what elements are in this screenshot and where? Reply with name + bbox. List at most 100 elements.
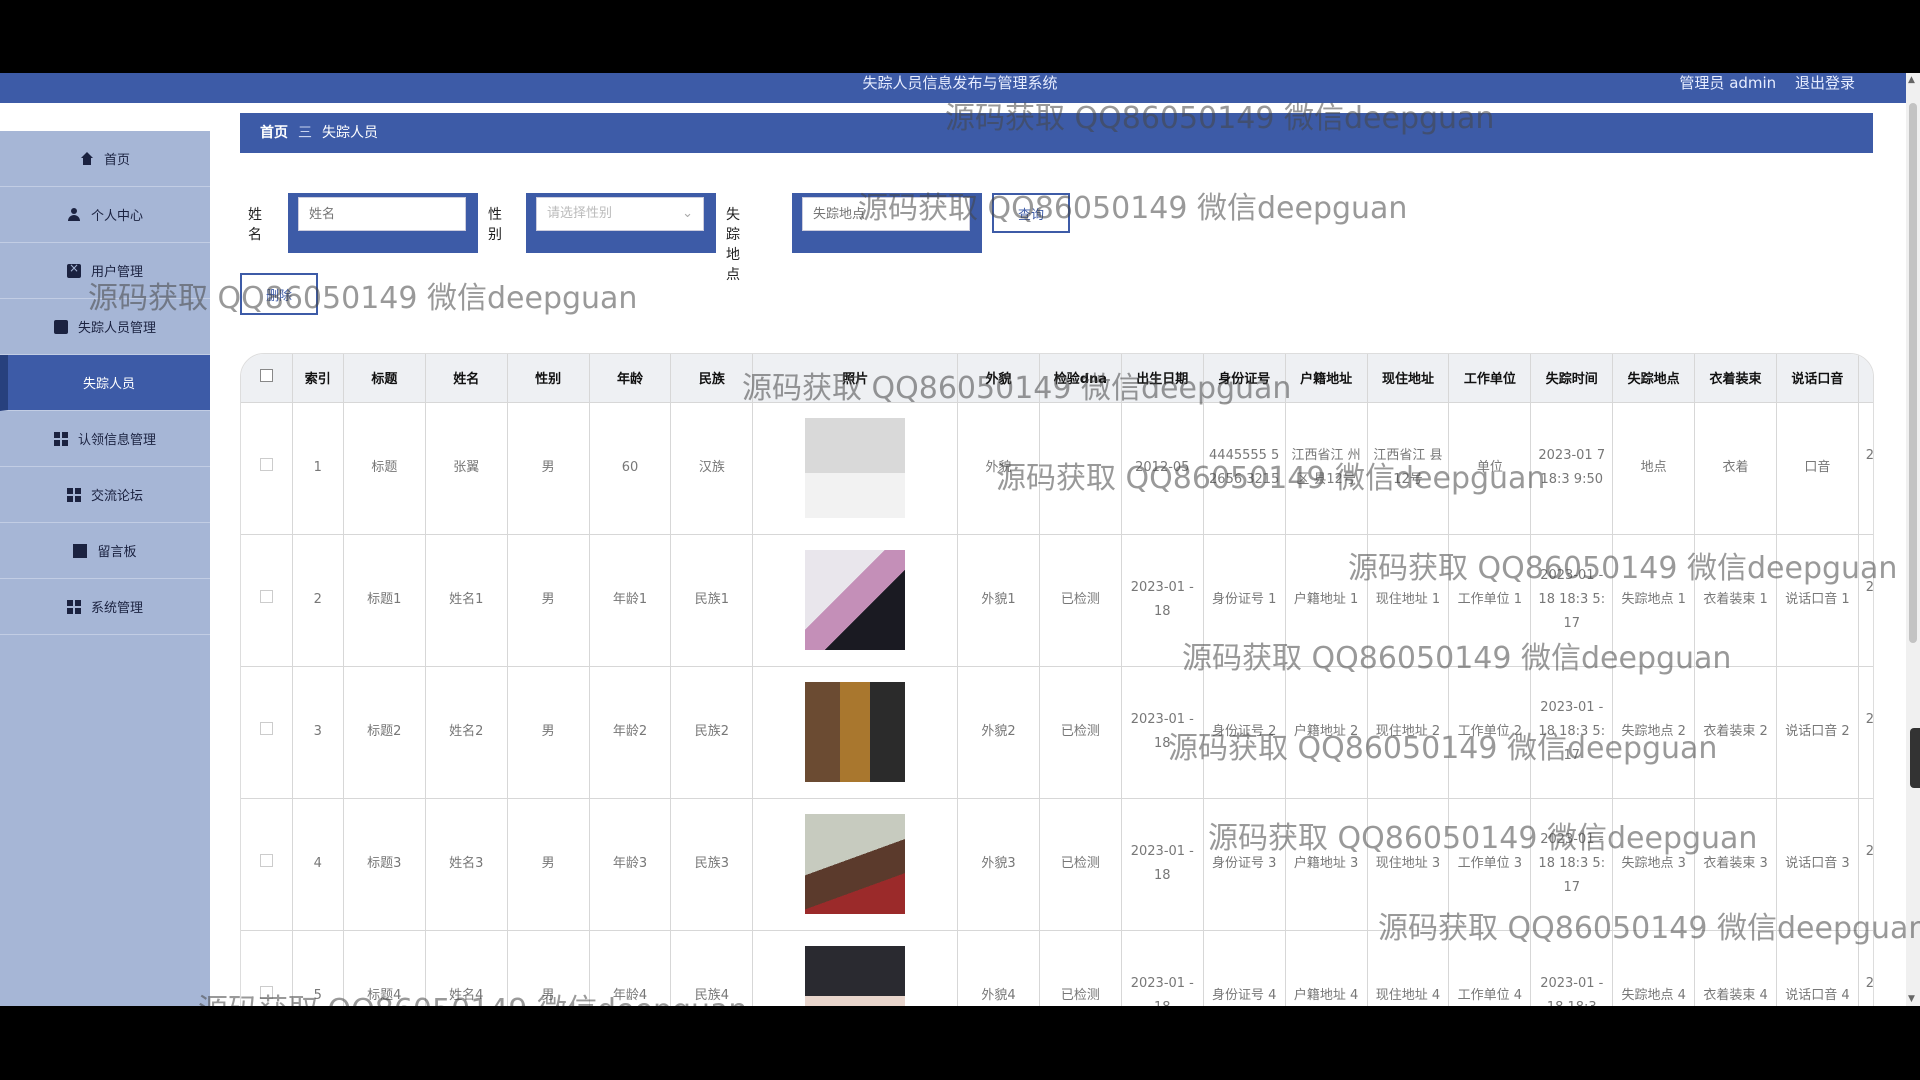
table-cell: 现住地址 2 (1367, 666, 1450, 799)
table-cell: 2023-01 -18 (1121, 666, 1204, 799)
person-photo[interactable] (805, 682, 906, 782)
select-all-checkbox[interactable] (259, 369, 273, 383)
scroll-down-icon[interactable]: ▼ (1908, 994, 1915, 1004)
table-cell: 单位 (1448, 402, 1532, 535)
row-select-cell[interactable] (241, 534, 293, 667)
table-cell: 现住地址 3 (1367, 798, 1450, 931)
sidebar-item-forum[interactable]: 交流论坛 (0, 467, 210, 523)
table-cell: 60 (589, 402, 672, 535)
table-cell: 户籍地址 3 (1285, 798, 1368, 931)
column-header: 出生日期 (1121, 354, 1204, 403)
sidebar-item-home[interactable]: 首页 (0, 131, 210, 187)
table-cell: 说话口音 4 (1776, 930, 1859, 1006)
table-cell: 2012-05 (1121, 402, 1204, 535)
column-header: 失踪时间 (1530, 354, 1614, 403)
table-cell: 现住地址 4 (1367, 930, 1450, 1006)
location-label: 失踪地点 (726, 207, 740, 283)
table-cell: 男 (507, 402, 590, 535)
table-cell: 工作单位 1 (1448, 534, 1532, 667)
table-cell: 工作单位 2 (1448, 666, 1532, 799)
table-row[interactable]: 3 标题2 姓名2 男年龄2 民族2 外貌2 已检测 2023-01 -18 身份证号 2 户籍地… (241, 666, 1873, 799)
row-checkbox[interactable] (259, 458, 273, 471)
gender-field-box: 请选择性别 ⌄ (526, 193, 716, 253)
table-row[interactable]: 4 标题3 姓名3 男年龄3 民族3 外貌3 已检测 2023-01 -18 身份证号 3 户籍地… (241, 798, 1873, 931)
clipboard-icon (66, 261, 81, 278)
table-cell: 失踪地点 2 (1612, 666, 1696, 799)
person-photo[interactable] (805, 550, 906, 650)
person-photo[interactable] (805, 418, 906, 518)
sidebar-item-messages[interactable]: 留言板 (0, 523, 210, 579)
name-input[interactable] (298, 197, 466, 231)
sidebar-item-label: 交流论坛 (90, 489, 143, 504)
column-header: 衣着装束 (1694, 354, 1777, 403)
sidebar-item-users[interactable]: 用户管理 (0, 243, 210, 299)
location-input[interactable] (802, 197, 970, 231)
sidebar-item-profile[interactable]: 个人中心 (0, 187, 210, 243)
sidebar-item-missing-admin[interactable]: 失踪人员管理 (0, 299, 210, 355)
grid-icon (53, 431, 68, 446)
column-header: 性别 (507, 354, 590, 403)
table-cell: 姓名3 (425, 798, 508, 931)
table-row[interactable]: 5标题4姓名4男年龄4民族4 外貌4已检测2023-01 -18身份证号 4户籍地… (241, 930, 1873, 1006)
table-cell: 江西省江 县12号 (1367, 402, 1450, 535)
gender-select[interactable]: 请选择性别 ⌄ (536, 197, 704, 231)
logout-link[interactable]: 退出登录 (1795, 74, 1855, 92)
table-cell: 民族4 (670, 930, 754, 1006)
table-cell: 衣着装束 3 (1694, 798, 1777, 931)
row-checkbox[interactable] (259, 986, 273, 999)
table-cell: 地点 (1612, 402, 1696, 535)
table-cell: 年龄4 (589, 930, 672, 1006)
row-checkbox[interactable] (259, 854, 273, 867)
table-cell: 标题 (343, 402, 426, 535)
top-bar: 失踪人员信息发布与管理系统 管理员 admin 退出登录 (0, 73, 1920, 103)
table-cell: 失踪地点 3 (1612, 798, 1696, 931)
row-select-cell[interactable] (241, 930, 293, 1006)
monitor-icon (73, 543, 88, 558)
table-row[interactable]: 2 标题1 姓名1 男年龄1 民族1 外貌1 已检测 2023-01 -18 身份证号 1 户籍地… (241, 534, 1873, 667)
table-cell: 工作单位 3 (1448, 798, 1532, 931)
user-icon (67, 207, 81, 222)
user-area: 管理员 admin 退出登录 (1679, 73, 1855, 93)
row-select-cell[interactable] (241, 798, 293, 931)
person-photo[interactable] (805, 814, 906, 914)
table-cell: 民族3 (670, 798, 754, 931)
table-cell: 2023-01 -18 18:3 5:17 (1530, 798, 1614, 931)
scroll-thumb[interactable] (1909, 103, 1917, 643)
table-cell: 已检测 (1039, 798, 1122, 931)
sidebar-item-system[interactable]: 系统管理 (0, 579, 210, 635)
column-header: 索引 (292, 354, 344, 403)
table-cell: 1 (292, 402, 344, 535)
table-cell: 衣着 (1694, 402, 1777, 535)
table-header-row: 索引 标题 姓名 性别 年龄 民族 照片 外貌 检验dna 出生日期 身份证号 … (241, 354, 1873, 403)
sidebar-item-claims[interactable]: 认领信息管理 (0, 411, 210, 467)
grid-icon (66, 487, 81, 502)
table-cell: 2023-01-19 (1858, 402, 1873, 535)
sidebar-item-label: 首页 (103, 153, 130, 168)
sidebar-item-missing-persons[interactable]: 失踪人员 (0, 355, 210, 411)
row-select-cell[interactable] (241, 666, 293, 799)
scrollbar[interactable]: ▲ ▼ (1906, 73, 1920, 1006)
table-cell: 5 (292, 930, 344, 1006)
table-cell: 2023-01 -18 (1121, 930, 1204, 1006)
column-header: 姓名 (425, 354, 508, 403)
sidebar-item-label: 认领信息管理 (77, 433, 156, 448)
table-cell: 说话口音 1 (1776, 534, 1859, 667)
select-all-header[interactable] (241, 354, 293, 403)
table-cell: 外貌 (957, 402, 1040, 535)
row-select-cell[interactable] (241, 402, 293, 535)
table-cell: 2023-01-18 (1858, 930, 1873, 1006)
table-cell: 男 (507, 666, 590, 799)
table-row[interactable]: 1 标题 张翼男 60 汉族 外貌 2012-05 4445555 52656 3215 江西省… (241, 402, 1873, 535)
side-handle[interactable] (1910, 728, 1920, 788)
table-cell: 2 (292, 534, 344, 667)
row-checkbox[interactable] (259, 722, 273, 735)
row-checkbox[interactable] (259, 590, 273, 603)
person-photo[interactable] (805, 946, 906, 1006)
breadcrumb-home[interactable]: 首页 (260, 125, 288, 141)
query-button[interactable]: 查询 (992, 193, 1070, 233)
sidebar: 首页 个人中心 用户管理 失踪人员管理 失踪人员 认领信息管理 交流论坛 留言板… (0, 131, 210, 1006)
delete-button[interactable]: 删除 (240, 273, 318, 315)
chat-icon (53, 319, 68, 334)
table-cell: 工作单位 4 (1448, 930, 1532, 1006)
scroll-up-icon[interactable]: ▲ (1908, 75, 1915, 85)
